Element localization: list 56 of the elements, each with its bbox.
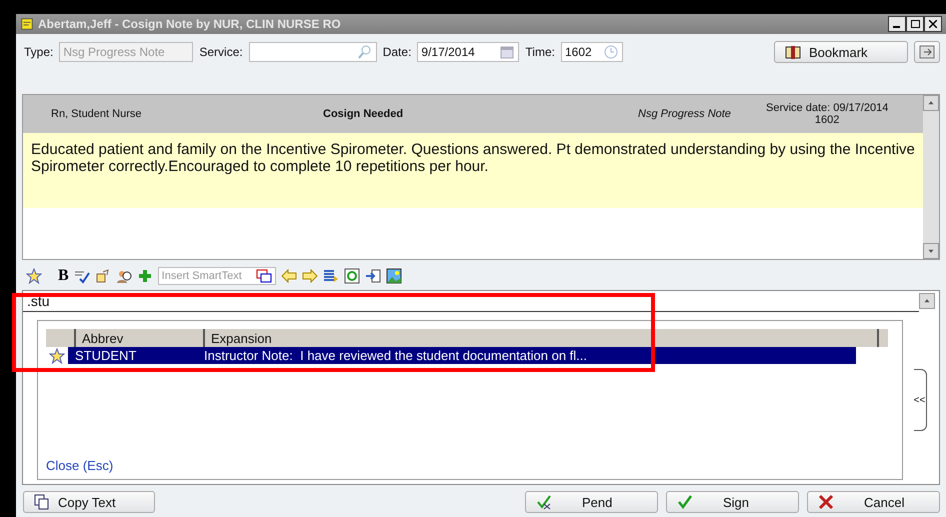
maximize-button[interactable]	[906, 16, 924, 32]
close-icon	[818, 494, 834, 510]
date-label: Date:	[382, 45, 412, 59]
status-text: Cosign Needed	[323, 108, 404, 120]
cancel-button[interactable]: Cancel	[807, 491, 940, 513]
copy-icon	[34, 494, 50, 510]
import-icon[interactable]	[364, 268, 381, 284]
check-icon	[677, 494, 693, 510]
right-arrow-icon[interactable]	[302, 268, 318, 284]
favorite-star-icon[interactable]	[26, 268, 42, 284]
table-cell: Instructor Note: I have reviewed the student documentation on fl...	[197, 347, 856, 364]
maximize-icon	[910, 20, 920, 28]
minimize-button[interactable]	[888, 16, 906, 32]
bookmark-button[interactable]: Bookmark	[774, 41, 908, 63]
time-label: Time:	[525, 45, 555, 59]
note-scrollbar[interactable]	[923, 95, 939, 259]
service-time-text: 1602	[814, 114, 840, 126]
date-field[interactable]: 9/17/2014	[417, 42, 520, 62]
search-icon	[356, 44, 373, 60]
window-title: Abertam,Jeff - Cosign Note by NUR, CLIN NURSE RO	[38, 17, 342, 31]
author-text: Rn, Student Nurse	[51, 108, 142, 120]
scroll-up-button[interactable]	[919, 293, 935, 309]
favorite-star-icon	[49, 348, 65, 364]
bold-button[interactable]: B	[58, 267, 69, 285]
left-arrow-icon[interactable]	[280, 268, 297, 284]
help-person-icon[interactable]	[116, 268, 132, 284]
calendar-icon	[499, 44, 516, 60]
image-icon[interactable]	[386, 268, 402, 284]
note-icon	[20, 17, 34, 31]
exit-icon	[919, 44, 935, 60]
close-button[interactable]	[924, 16, 942, 32]
note-type-text: Nsg Progress Note	[638, 108, 732, 120]
book-icon	[785, 44, 801, 60]
service-label: Service:	[199, 45, 243, 59]
pend-button[interactable]: Pend	[525, 491, 658, 513]
exit-button[interactable]	[914, 41, 940, 63]
collapse-tab[interactable]: <<	[914, 369, 926, 431]
editor-area[interactable]: .stu Abbrev Expansion STUDENT Instructor Note: I have reviewed the student documentation on fl... Close (Esc) <<	[22, 290, 940, 485]
clock-icon	[602, 44, 619, 60]
pend-icon	[536, 494, 552, 510]
plus-icon[interactable]	[136, 268, 153, 284]
autotext-row[interactable]: STUDENT Instructor Note: I have reviewed the student documentation on fl...	[46, 347, 856, 364]
service-field[interactable]	[248, 42, 377, 62]
close-link[interactable]: Close (Esc)	[46, 458, 888, 473]
table-cell: STUDENT	[68, 347, 197, 364]
list-icon[interactable]	[322, 268, 339, 284]
sign-button[interactable]: Sign	[666, 491, 799, 513]
windows-icon	[256, 268, 272, 284]
note-body: Educated patient and family on the Incentive Spirometer. Questions answered. Pt demonstrated understanding by using the Incentive Spirometer correctly.Encouraged to complete 10 repetitions per hour.	[23, 133, 923, 208]
typed-text: .stu	[27, 293, 50, 309]
undo-arrow-icon[interactable]	[94, 268, 111, 284]
close-icon	[929, 20, 937, 28]
service-date-text: Service date: 09/17/2014	[766, 102, 888, 114]
copy-text-button[interactable]: Copy Text	[23, 491, 155, 513]
time-field[interactable]: 1602	[560, 42, 623, 62]
type-label: Type:	[24, 45, 54, 59]
